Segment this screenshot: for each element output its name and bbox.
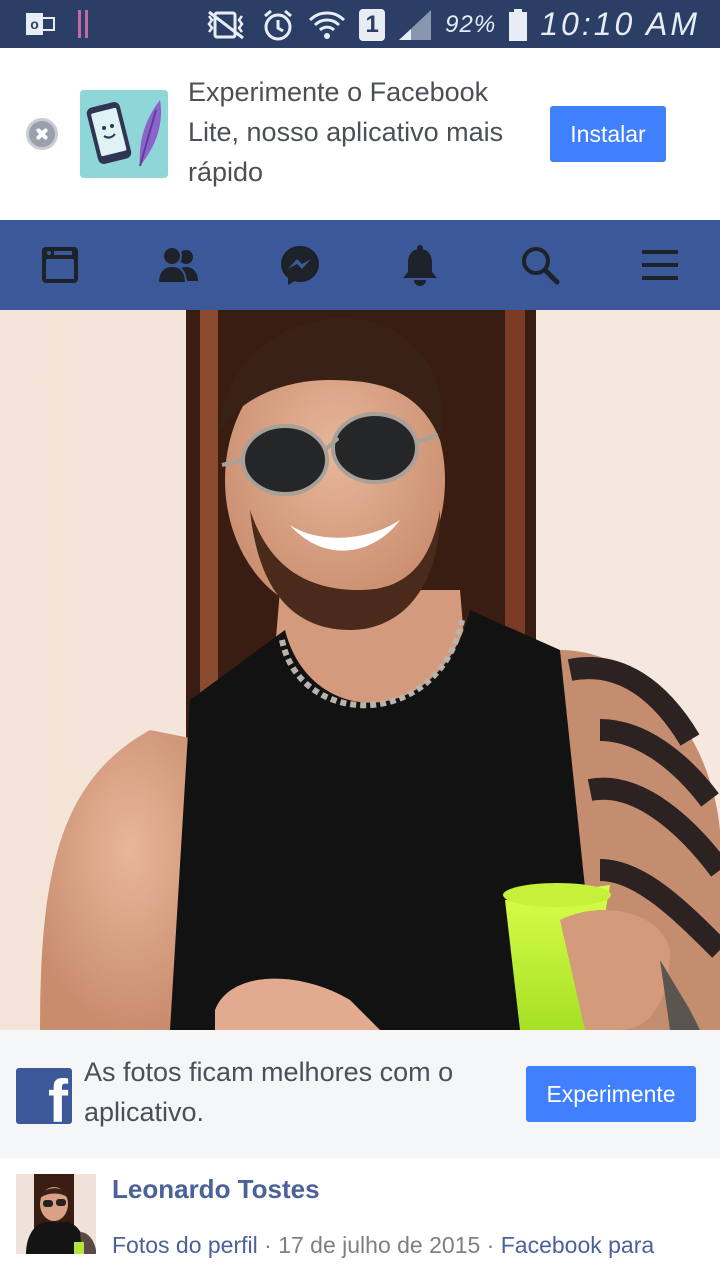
app-promo-banner: f As fotos ficam melhores com o aplicati…: [0, 1030, 720, 1158]
search-icon: [522, 247, 560, 285]
post-header: Leonardo Tostes Fotos do perfil · 17 de …: [0, 1158, 720, 1280]
post-date[interactable]: 17 de julho de 2015: [278, 1232, 480, 1258]
close-icon[interactable]: [26, 118, 58, 150]
meta-separator: ·: [257, 1232, 279, 1258]
nav-news-feed[interactable]: [0, 220, 120, 310]
vibrate-icon: [207, 10, 245, 39]
status-bar: o 1 92% 10:10 AM: [0, 0, 720, 48]
nav-friends[interactable]: [120, 220, 240, 310]
outlook-icon: o: [26, 11, 56, 37]
source-link[interactable]: Facebook para: [501, 1232, 654, 1258]
sim-icon: 1: [359, 8, 386, 41]
wifi-icon: [309, 10, 346, 39]
install-lite-banner: Experimente o Facebook Lite, nosso aplic…: [0, 48, 720, 220]
profile-photo[interactable]: [0, 310, 720, 1030]
try-app-button[interactable]: Experimente: [526, 1066, 696, 1122]
nav-menu[interactable]: [600, 220, 720, 310]
messenger-icon: [281, 246, 319, 285]
banner-text: Experimente o Facebook Lite, nosso aplic…: [188, 77, 504, 187]
meta-separator: ·: [480, 1232, 501, 1258]
facebook-navbar: [0, 220, 720, 310]
notifications-icon: [403, 245, 437, 286]
friends-icon: [158, 246, 198, 284]
install-button[interactable]: Instalar: [550, 106, 666, 162]
post-meta: Fotos do perfil · 17 de julho de 2015 · …: [112, 1232, 654, 1259]
news-feed-icon: [42, 247, 78, 283]
pause-icon: [78, 10, 88, 38]
album-link[interactable]: Fotos do perfil: [112, 1232, 258, 1258]
promo-text: As fotos ficam melhores com o aplicativo…: [84, 1057, 454, 1127]
battery-percentage: 92%: [445, 10, 497, 38]
author-name[interactable]: Leonardo Tostes: [112, 1174, 320, 1205]
signal-icon: [399, 9, 432, 40]
clock: 10:10 AM: [540, 6, 700, 42]
alarm-icon: [264, 9, 293, 40]
battery-icon: [509, 8, 528, 41]
nav-search[interactable]: [480, 220, 600, 310]
facebook-lite-app-icon: [80, 90, 168, 178]
nav-messenger[interactable]: [240, 220, 360, 310]
nav-notifications[interactable]: [360, 220, 480, 310]
avatar[interactable]: [16, 1174, 96, 1254]
facebook-logo-icon: f: [16, 1068, 72, 1124]
menu-icon: [642, 250, 678, 280]
